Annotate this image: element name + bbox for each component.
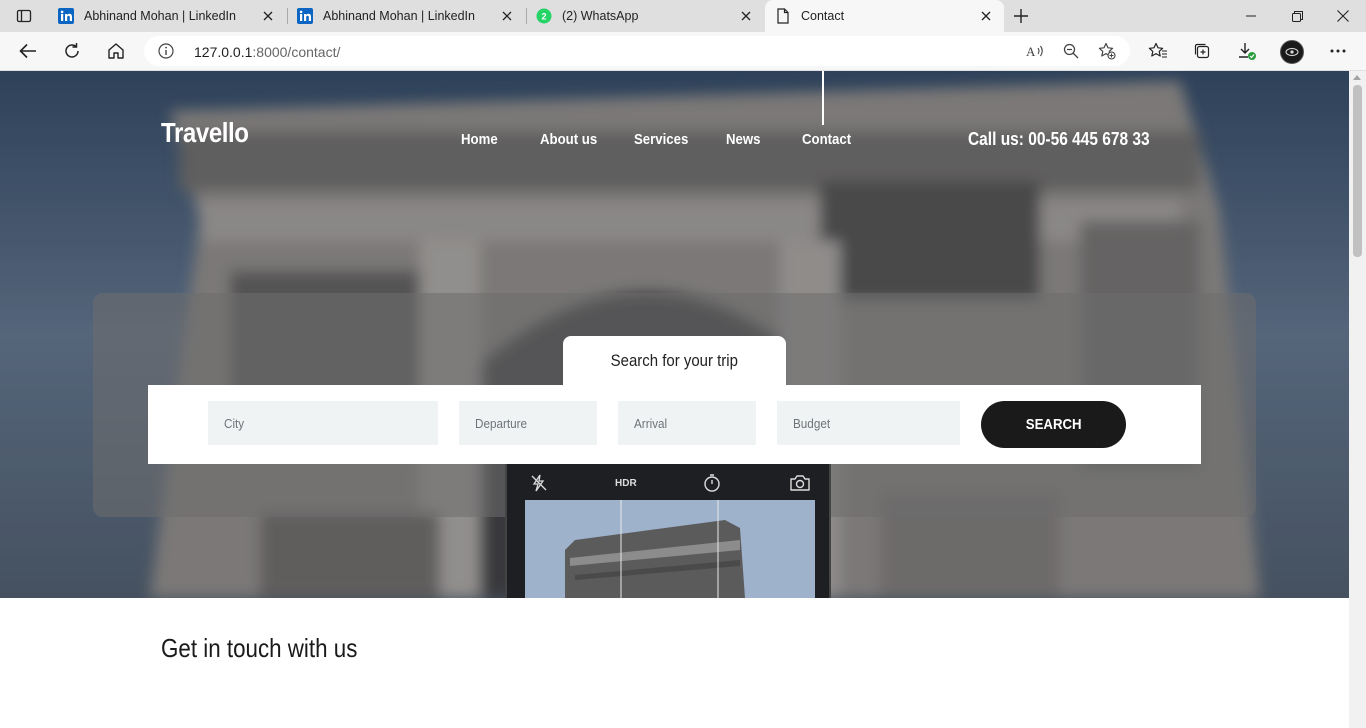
tab-actions-icon — [16, 9, 32, 23]
search-tab-label: Search for your trip — [610, 351, 739, 370]
tab-actions-button[interactable] — [0, 0, 48, 32]
tab-title: (2) WhatsApp — [562, 9, 639, 23]
browser-toolbar: 127.0.0.1:8000/contact/ A — [0, 32, 1366, 71]
tab-title: Contact — [801, 9, 845, 23]
restore-icon — [1291, 10, 1303, 22]
zoom-out-icon[interactable] — [1062, 42, 1080, 60]
page-icon — [775, 8, 791, 24]
tab-title: Abhinand Mohan | LinkedIn — [84, 9, 236, 23]
scroll-thumb[interactable] — [1353, 85, 1362, 257]
favorites-icon — [1148, 42, 1167, 58]
camera-icon — [789, 474, 811, 492]
hero-camera-image: HDR — [505, 464, 831, 598]
address-url[interactable]: 127.0.0.1:8000/contact/ — [194, 44, 340, 60]
hdr-label: HDR — [615, 478, 637, 489]
close-icon — [1337, 10, 1349, 22]
browser-tab-whatsapp[interactable]: 2 (2) WhatsApp — [526, 0, 764, 32]
home-icon — [108, 43, 124, 59]
search-button[interactable]: SEARCH — [981, 401, 1126, 448]
search-tab[interactable]: Search for your trip — [563, 336, 786, 386]
linkedin-icon — [58, 8, 74, 24]
favorites-button[interactable] — [1143, 37, 1173, 65]
page-viewport: Travello Home About us Services News Con… — [0, 71, 1349, 728]
browser-tab-contact[interactable]: Contact — [765, 0, 1004, 32]
whatsapp-badge: 2 — [541, 12, 546, 22]
page-scrollbar[interactable] — [1349, 71, 1366, 728]
hero-section: Travello Home About us Services News Con… — [0, 71, 1349, 598]
scroll-up-arrow-icon[interactable] — [1353, 75, 1361, 80]
budget-placeholder: Budget — [793, 415, 831, 431]
tab-title: Abhinand Mohan | LinkedIn — [323, 9, 475, 23]
back-arrow-icon — [19, 43, 36, 59]
address-bar[interactable]: 127.0.0.1:8000/contact/ A — [144, 36, 1130, 66]
whatsapp-icon: 2 — [536, 8, 552, 24]
arrival-placeholder: Arrival — [634, 415, 668, 431]
active-nav-indicator — [822, 71, 824, 125]
add-favorite-icon[interactable] — [1098, 42, 1116, 60]
departure-placeholder: Departure — [475, 415, 528, 431]
close-window-button[interactable] — [1320, 0, 1366, 32]
nav-news[interactable]: News — [726, 131, 760, 148]
contact-heading: Get in touch with us — [161, 633, 358, 663]
close-tab-icon[interactable] — [499, 8, 515, 24]
refresh-icon — [65, 43, 79, 58]
search-form: City Departure Arrival Budget SEARCH — [148, 385, 1201, 464]
timer-icon — [703, 474, 721, 492]
profile-icon — [1285, 48, 1299, 56]
close-tab-icon[interactable] — [978, 8, 994, 24]
departure-input[interactable]: Departure — [459, 401, 597, 445]
collections-button[interactable] — [1187, 37, 1217, 65]
linkedin-icon — [297, 8, 313, 24]
downloads-button[interactable] — [1232, 37, 1262, 65]
url-path: :8000/contact/ — [252, 44, 341, 60]
more-dots-icon — [1330, 49, 1346, 53]
browser-tab-linkedin-1[interactable]: Abhinand Mohan | LinkedIn — [48, 0, 286, 32]
download-icon — [1239, 43, 1256, 60]
browser-tab-bar: Abhinand Mohan | LinkedIn Abhinand Mohan… — [0, 0, 1366, 32]
refresh-button[interactable] — [57, 37, 87, 65]
read-aloud-icon[interactable]: A — [1026, 42, 1044, 60]
plus-icon — [1014, 9, 1028, 23]
arrival-input[interactable]: Arrival — [618, 401, 756, 445]
camera-viewfinder — [525, 500, 815, 598]
back-button[interactable] — [13, 37, 43, 65]
site-info-icon[interactable] — [158, 43, 174, 59]
city-input[interactable]: City — [208, 401, 438, 445]
settings-menu-button[interactable] — [1323, 37, 1353, 65]
url-host: 127.0.0.1 — [194, 44, 253, 60]
search-button-label: SEARCH — [1025, 416, 1082, 433]
browser-tab-linkedin-2[interactable]: Abhinand Mohan | LinkedIn — [287, 0, 525, 32]
nav-services[interactable]: Services — [634, 131, 688, 148]
budget-input[interactable]: Budget — [777, 401, 960, 445]
svg-text:A: A — [1026, 44, 1036, 59]
nav-home[interactable]: Home — [461, 131, 498, 148]
phone-number[interactable]: Call us: 00-56 445 678 33 — [968, 129, 1150, 150]
flash-off-icon — [531, 474, 547, 492]
home-button[interactable] — [101, 37, 131, 65]
minimize-button[interactable] — [1228, 0, 1274, 32]
profile-avatar[interactable] — [1280, 40, 1304, 64]
close-tab-icon[interactable] — [260, 8, 276, 24]
collections-icon — [1194, 43, 1210, 59]
city-placeholder: City — [224, 415, 245, 431]
close-tab-icon[interactable] — [738, 8, 754, 24]
restore-button[interactable] — [1274, 0, 1320, 32]
site-logo[interactable]: Travello — [161, 117, 249, 149]
nav-about-us[interactable]: About us — [540, 131, 597, 148]
minimize-icon — [1246, 15, 1256, 17]
nav-contact[interactable]: Contact — [802, 131, 851, 148]
new-tab-button[interactable] — [1008, 4, 1034, 28]
